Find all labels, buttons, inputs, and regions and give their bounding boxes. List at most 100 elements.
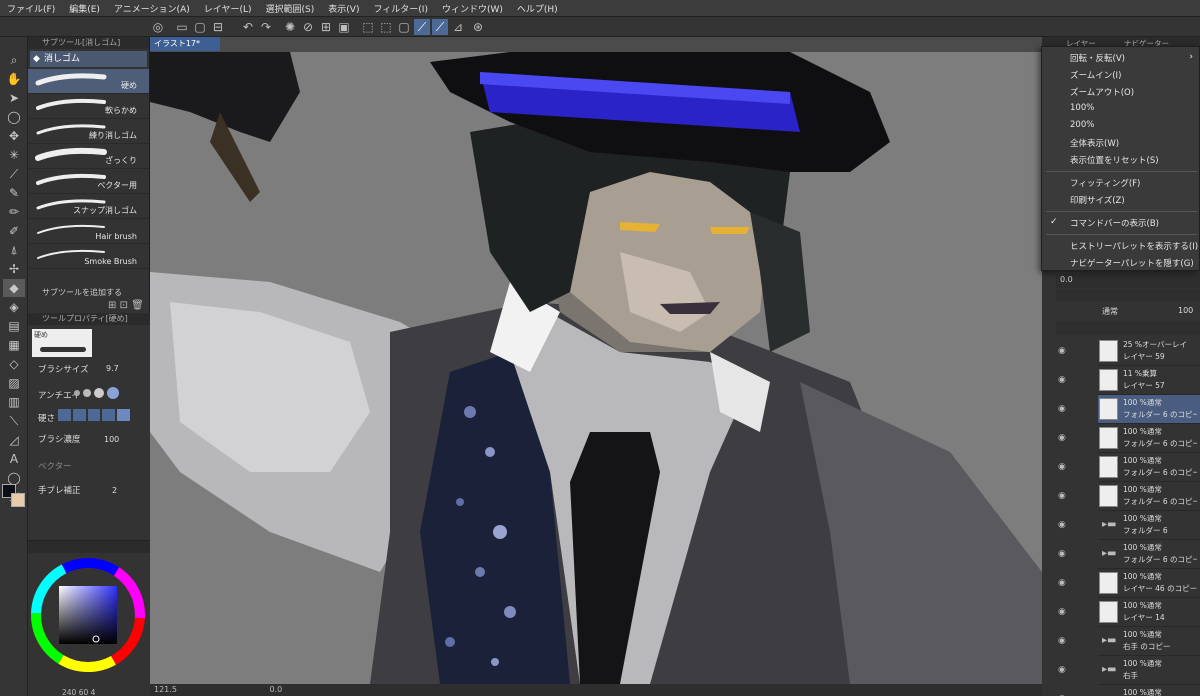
- clear-icon[interactable]: ⊘: [300, 19, 316, 35]
- antialias-selector[interactable]: [74, 386, 134, 400]
- figure-tool-icon[interactable]: ▨: [3, 374, 25, 392]
- subtool-item[interactable]: ざっくり: [28, 144, 149, 169]
- clip-studio-icon[interactable]: ◎: [150, 19, 166, 35]
- blend-mode-select[interactable]: 通常: [1102, 306, 1118, 317]
- add-subtool-row[interactable]: サブツールを追加する: [28, 286, 150, 300]
- context-menu-item[interactable]: ズームイン(I): [1070, 69, 1121, 81]
- layer-row[interactable]: 100 %通常フォルダー 6 のコピー 2: [1098, 482, 1200, 511]
- visibility-eye-icon[interactable]: ◉: [1058, 375, 1066, 385]
- redo-icon[interactable]: ↷: [258, 19, 274, 35]
- visibility-eye-icon[interactable]: ◉: [1058, 491, 1066, 501]
- menu-item[interactable]: アニメーション(A): [107, 2, 197, 15]
- layer-row[interactable]: 100 %通常 レイヤー 46 のコピー 2: [1098, 569, 1200, 598]
- context-menu-item[interactable]: 全体表示(W): [1070, 137, 1119, 149]
- layer-row[interactable]: 100 %通常フォルダー 6 のコピー 4: [1098, 424, 1200, 453]
- angle-value[interactable]: 0.0: [269, 685, 282, 694]
- context-menu-item[interactable]: 100%: [1070, 103, 1094, 113]
- pen-tool-icon[interactable]: ✎: [3, 184, 25, 202]
- copy-subtool-icon[interactable]: ⊞: [108, 300, 116, 311]
- correct-line-icon[interactable]: ◿: [3, 431, 25, 449]
- color-wheel[interactable]: [28, 555, 150, 675]
- deselect-icon[interactable]: ⬚: [360, 19, 376, 35]
- layer-row[interactable]: 100 %通常 レイヤー 14: [1098, 598, 1200, 627]
- menu-item[interactable]: ヘルプ(H): [510, 2, 565, 15]
- visibility-eye-icon[interactable]: ◉: [1058, 607, 1066, 617]
- new-subtool-icon[interactable]: ⊡: [120, 300, 128, 311]
- airbrush-tool-icon[interactable]: ⍋: [3, 241, 25, 259]
- fill-icon[interactable]: ▣: [336, 19, 352, 35]
- subtool-item[interactable]: Hair brush: [28, 219, 149, 244]
- gradient-tool-icon[interactable]: ▦: [3, 336, 25, 354]
- layer-row[interactable]: 25 %オーバーレイ レイヤー 59: [1098, 337, 1200, 366]
- stabilizer-value[interactable]: 2: [112, 486, 117, 495]
- snap-ruler-icon[interactable]: ⟋: [414, 19, 430, 35]
- visibility-eye-icon[interactable]: ◉: [1058, 549, 1066, 559]
- layer-row[interactable]: ▸▬100 %通常ベスト: [1098, 685, 1200, 696]
- menu-item[interactable]: フィルター(I): [366, 2, 435, 15]
- visibility-eye-icon[interactable]: ◉: [1058, 462, 1066, 472]
- snap-icon[interactable]: ⊿: [450, 19, 466, 35]
- context-menu-item[interactable]: コマンドバーの表示(B): [1070, 217, 1159, 229]
- context-menu-item[interactable]: 印刷サイズ(Z): [1070, 194, 1125, 206]
- pencil-tool-icon[interactable]: ✏: [3, 203, 25, 221]
- undo-icon[interactable]: ↶: [240, 19, 256, 35]
- visibility-eye-icon[interactable]: ◉: [1058, 346, 1066, 356]
- subtool-item[interactable]: 硬め: [28, 69, 149, 94]
- layer-row[interactable]: 100 %通常フォルダー 6 のコピー 5: [1098, 395, 1200, 424]
- new-file-icon[interactable]: ▭: [174, 19, 190, 35]
- menu-item[interactable]: 選択範囲(S): [259, 2, 322, 15]
- brush-size-value[interactable]: 9.7: [106, 364, 119, 373]
- context-menu-item[interactable]: フィッティング(F): [1070, 177, 1140, 189]
- decoration-tool-icon[interactable]: ✢: [3, 260, 25, 278]
- context-menu-item[interactable]: ヒストリーパレットを表示する(I): [1070, 240, 1198, 252]
- loading-icon[interactable]: ✺: [282, 19, 298, 35]
- visibility-eye-icon[interactable]: ◉: [1058, 520, 1066, 530]
- eyedropper-icon[interactable]: ⟋: [3, 165, 25, 183]
- subtool-item[interactable]: ベクター用: [28, 169, 149, 194]
- visibility-eye-icon[interactable]: ◉: [1058, 636, 1066, 646]
- illustration-canvas[interactable]: [150, 52, 1042, 684]
- menu-item[interactable]: 編集(E): [62, 2, 107, 15]
- opacity-value[interactable]: 100: [1178, 306, 1193, 315]
- menu-item[interactable]: 表示(V): [321, 2, 366, 15]
- save-icon[interactable]: ⊟: [210, 19, 226, 35]
- magic-wand-icon[interactable]: ✳: [3, 146, 25, 164]
- subtool-item[interactable]: 練り消しゴム: [28, 119, 149, 144]
- zoom-tool-icon[interactable]: ⌕: [3, 51, 25, 69]
- navigator-zoom-value[interactable]: 0.0: [1060, 275, 1073, 284]
- sub-color-swatch[interactable]: [11, 493, 25, 507]
- hand-tool-icon[interactable]: ✋: [3, 70, 25, 88]
- eraser-tool-icon[interactable]: ◆: [3, 279, 25, 297]
- assets-icon[interactable]: ⊛: [470, 19, 486, 35]
- menu-item[interactable]: ウィンドウ(W): [435, 2, 510, 15]
- blend-tool-icon[interactable]: ◈: [3, 298, 25, 316]
- ruler-tool-icon[interactable]: ⟍: [3, 412, 25, 430]
- layer-row[interactable]: ▸▬ 100 %通常 右手 のコピー: [1098, 627, 1200, 656]
- layer-row[interactable]: 11 %乗算 レイヤー 57: [1098, 366, 1200, 395]
- operation-tool-icon[interactable]: ➤: [3, 89, 25, 107]
- visibility-eye-icon[interactable]: ◉: [1058, 433, 1066, 443]
- menu-item[interactable]: レイヤー(L): [197, 2, 259, 15]
- layer-row[interactable]: 100 %通常フォルダー 6 のコピー 3: [1098, 453, 1200, 482]
- menu-item[interactable]: ファイル(F): [0, 2, 62, 15]
- invert-selection-icon[interactable]: ⬚: [378, 19, 394, 35]
- layer-row[interactable]: ▸▬ 100 %通常 右手: [1098, 656, 1200, 685]
- document-tab[interactable]: イラスト17*: [150, 37, 220, 51]
- layer-row[interactable]: ▸▬ 100 %通常 フォルダー 6: [1098, 511, 1200, 540]
- density-value[interactable]: 100: [104, 435, 119, 444]
- snap-grid-icon[interactable]: ⟋: [432, 19, 448, 35]
- selection-icon[interactable]: ▢: [396, 19, 412, 35]
- eraser2-tool-icon[interactable]: ◇: [3, 355, 25, 373]
- layer-row[interactable]: ▸▬ 100 %通常 フォルダー 6 のコピー: [1098, 540, 1200, 569]
- lasso-tool-icon[interactable]: ◯: [3, 108, 25, 126]
- context-menu-item[interactable]: ズームアウト(O): [1070, 86, 1134, 98]
- subtool-item[interactable]: 軟らかめ: [28, 94, 149, 119]
- text-tool-icon[interactable]: A: [3, 450, 25, 468]
- clear-outside-icon[interactable]: ⊞: [318, 19, 334, 35]
- zoom-value[interactable]: 121.5: [154, 685, 177, 694]
- brush-tool-icon[interactable]: ✐: [3, 222, 25, 240]
- context-menu-item[interactable]: 回転・反転(V): [1070, 52, 1125, 64]
- subtool-item[interactable]: Smoke Brush: [28, 244, 149, 269]
- delete-subtool-icon[interactable]: 🗑: [131, 300, 144, 311]
- subtool-item[interactable]: スナップ消しゴム: [28, 194, 149, 219]
